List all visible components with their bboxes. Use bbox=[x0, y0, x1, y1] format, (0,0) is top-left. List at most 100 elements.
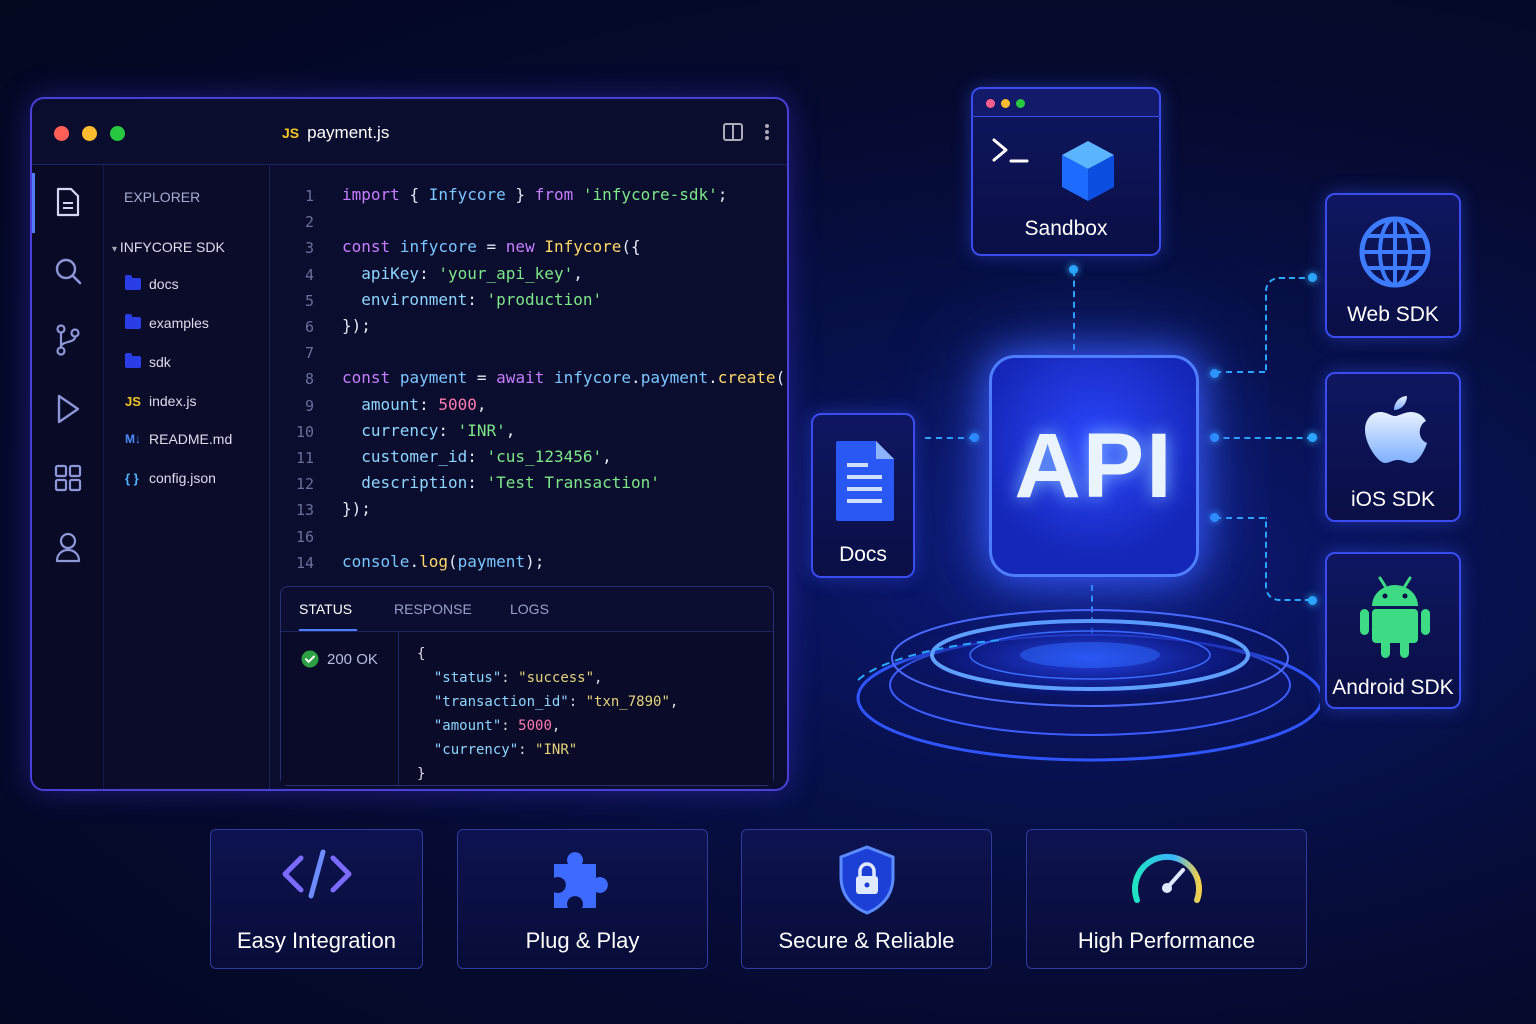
folder-icon bbox=[125, 353, 141, 368]
code-line: const infycore = new Infycore({ bbox=[342, 237, 641, 257]
files-icon[interactable] bbox=[52, 186, 84, 218]
line-number: 7 bbox=[304, 344, 314, 363]
connector-node bbox=[1210, 433, 1219, 442]
connector-node bbox=[1210, 513, 1219, 522]
explorer-item-index-js[interactable]: JS index.js bbox=[125, 393, 196, 409]
code-line: amount: 5000, bbox=[361, 394, 487, 414]
ios-sdk-label: iOS SDK bbox=[1350, 488, 1436, 511]
feature-secure-reliable: Secure & Reliable bbox=[741, 829, 992, 969]
explorer-sidebar: EXPLORER ▾ INFYCORE SDK docs examples sd… bbox=[104, 165, 270, 789]
web-sdk-label: Web SDK bbox=[1347, 303, 1439, 326]
explorer-item-sdk[interactable]: sdk bbox=[125, 353, 171, 370]
output-panel: STATUS RESPONSE LOGS 200 OK { "status": … bbox=[280, 586, 774, 786]
code-line: currency: 'INR', bbox=[361, 420, 516, 440]
docs-card[interactable]: Docs bbox=[811, 413, 915, 578]
explorer-item-docs[interactable]: docs bbox=[125, 275, 179, 292]
code-line: environment: 'production' bbox=[361, 289, 603, 309]
line-number: 3 bbox=[304, 239, 314, 258]
code-line: customer_id: 'cus_123456', bbox=[361, 447, 612, 466]
tab-status[interactable]: STATUS bbox=[299, 601, 352, 617]
close-window-button[interactable] bbox=[54, 126, 69, 141]
connector-sandbox bbox=[1073, 270, 1075, 350]
response-line: "status": "success", bbox=[433, 670, 603, 686]
maximize-window-button[interactable] bbox=[110, 126, 125, 141]
code-editor-window: JS payment.js EXPLORER ▾ INFYCORE SDK do… bbox=[30, 97, 789, 791]
explorer-item-config-json[interactable]: { } config.json bbox=[125, 470, 216, 486]
explorer-title: EXPLORER bbox=[124, 189, 201, 205]
connector-node bbox=[1308, 433, 1317, 442]
connector-node bbox=[1069, 265, 1078, 274]
file-tab[interactable]: JS payment.js bbox=[282, 123, 389, 143]
ios-sdk-card[interactable]: iOS SDK bbox=[1325, 372, 1461, 522]
connector-docs bbox=[925, 437, 975, 439]
connector-web-lower bbox=[1215, 277, 1265, 373]
title-bar: JS payment.js bbox=[32, 99, 787, 165]
js-file-icon: JS bbox=[125, 393, 141, 409]
explorer-item-readme[interactable]: M↓ README.md bbox=[125, 431, 232, 447]
code-line: import { Infycore } from 'infycore-sdk'; bbox=[342, 185, 728, 204]
document-icon bbox=[836, 441, 894, 521]
code-line: }); bbox=[342, 316, 371, 335]
sandbox-label: Sandbox bbox=[1024, 217, 1108, 240]
line-number: 4 bbox=[304, 265, 314, 284]
feature-label: High Performance bbox=[1077, 928, 1256, 953]
line-number: 14 bbox=[295, 553, 314, 572]
explorer-item-examples[interactable]: examples bbox=[125, 314, 209, 331]
line-number: 13 bbox=[295, 501, 314, 520]
project-folder[interactable]: ▾ INFYCORE SDK bbox=[112, 239, 225, 255]
line-number: 16 bbox=[295, 527, 314, 546]
feature-label: Plug & Play bbox=[525, 928, 640, 953]
line-number: 10 bbox=[295, 422, 314, 441]
cube-icon bbox=[1062, 141, 1114, 201]
code-area[interactable]: 1 import { Infycore } from 'infycore-sdk'… bbox=[270, 165, 787, 580]
more-options-icon[interactable] bbox=[765, 123, 769, 141]
platform-base-icon bbox=[856, 609, 1320, 762]
folder-icon bbox=[125, 275, 141, 290]
check-circle-icon bbox=[301, 650, 319, 668]
line-number: 9 bbox=[304, 396, 314, 415]
code-line: }); bbox=[342, 499, 371, 519]
response-line: { bbox=[417, 646, 426, 662]
feature-label: Easy Integration bbox=[237, 928, 396, 953]
code-line: description: 'Test Transaction' bbox=[361, 473, 660, 493]
js-file-icon: JS bbox=[282, 125, 300, 141]
api-hub[interactable]: API bbox=[989, 355, 1199, 577]
run-icon[interactable] bbox=[52, 393, 84, 425]
tab-logs[interactable]: LOGS bbox=[510, 601, 549, 617]
line-number: 12 bbox=[295, 475, 314, 494]
terminal-icon bbox=[992, 138, 1029, 163]
tab-response[interactable]: RESPONSE bbox=[394, 601, 472, 617]
minimize-window-button[interactable] bbox=[82, 126, 97, 141]
extensions-icon[interactable] bbox=[52, 462, 84, 494]
shield-lock-icon bbox=[839, 845, 894, 915]
response-line: "currency": "INR" bbox=[433, 742, 578, 758]
puzzle-icon bbox=[553, 852, 608, 908]
android-icon bbox=[1360, 576, 1430, 658]
web-sdk-card[interactable]: Web SDK bbox=[1325, 193, 1461, 338]
account-icon[interactable] bbox=[52, 531, 84, 563]
source-control-icon[interactable] bbox=[52, 324, 84, 356]
connector-ios bbox=[1213, 437, 1313, 439]
sandbox-card[interactable]: Sandbox bbox=[971, 87, 1161, 256]
line-number: 8 bbox=[304, 370, 314, 389]
code-line: const payment = await infycore.payment.c… bbox=[342, 368, 787, 388]
markdown-file-icon: M↓ bbox=[125, 432, 141, 446]
line-number: 6 bbox=[304, 318, 314, 336]
connector-android-upper bbox=[1215, 517, 1265, 519]
connector-node bbox=[970, 433, 979, 442]
android-sdk-label: Android SDK bbox=[1332, 676, 1454, 699]
connector-node bbox=[1308, 273, 1317, 282]
line-number: 1 bbox=[304, 187, 314, 205]
feature-high-performance: High Performance bbox=[1026, 829, 1307, 969]
code-brackets-icon bbox=[282, 849, 351, 899]
code-line: apiKey: 'your_api_key', bbox=[361, 263, 583, 283]
search-icon[interactable] bbox=[52, 255, 84, 287]
file-name: payment.js bbox=[307, 123, 390, 142]
globe-icon bbox=[1359, 216, 1431, 288]
connector-node bbox=[1210, 369, 1219, 378]
json-file-icon: { } bbox=[125, 470, 139, 486]
split-editor-icon[interactable] bbox=[723, 123, 743, 141]
android-sdk-card[interactable]: Android SDK bbox=[1325, 552, 1461, 709]
response-line: "transaction_id": "txn_7890", bbox=[433, 694, 679, 710]
connector-web-upper bbox=[1265, 277, 1313, 373]
